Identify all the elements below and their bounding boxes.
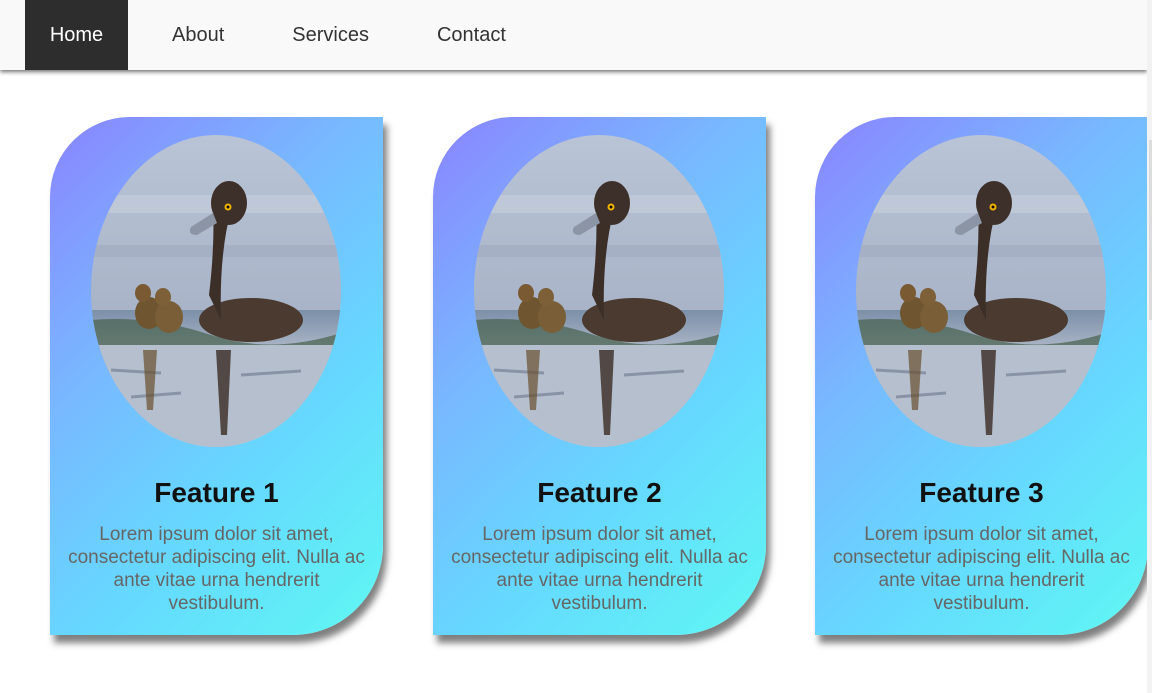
feature-card-1: Feature 1 Lorem ipsum dolor sit amet, co… — [50, 117, 383, 635]
feature-card-2: Feature 2 Lorem ipsum dolor sit amet, co… — [433, 117, 766, 635]
duck-image — [474, 135, 724, 447]
feature-cards: Feature 1 Lorem ipsum dolor sit amet, co… — [0, 0, 1152, 693]
feature-card-3: Feature 3 Lorem ipsum dolor sit amet, co… — [815, 117, 1148, 635]
card-description: Lorem ipsum dolor sit amet, consectetur … — [451, 524, 748, 614]
card-title: Feature 2 — [537, 477, 662, 508]
duck-image — [856, 135, 1106, 447]
duck-photo — [856, 135, 1106, 447]
nav-about[interactable]: About — [150, 0, 246, 70]
card-title: Feature 1 — [154, 477, 279, 508]
duck-photo — [91, 135, 341, 447]
card-title: Feature 3 — [919, 477, 1044, 508]
duck-photo — [474, 135, 724, 447]
nav-home[interactable]: Home — [25, 0, 128, 70]
nav-services[interactable]: Services — [270, 0, 391, 70]
vertical-scrollbar[interactable] — [1147, 0, 1152, 693]
nav-contact[interactable]: Contact — [415, 0, 528, 70]
duck-image — [91, 135, 341, 447]
card-description: Lorem ipsum dolor sit amet, consectetur … — [833, 524, 1130, 614]
top-navbar: Home About Services Contact — [0, 0, 1147, 70]
card-description: Lorem ipsum dolor sit amet, consectetur … — [68, 524, 365, 614]
